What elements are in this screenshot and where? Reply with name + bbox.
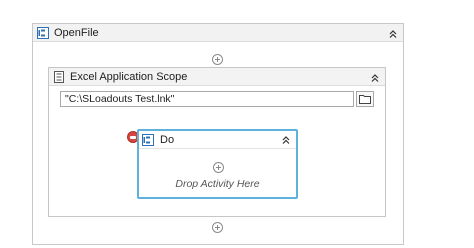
do-title: Do bbox=[160, 133, 175, 146]
folder-icon bbox=[359, 94, 371, 104]
excel-scope-header[interactable]: Excel Application Scope bbox=[49, 68, 385, 86]
sequence-icon bbox=[37, 26, 49, 39]
browse-folder-button[interactable] bbox=[356, 91, 374, 107]
collapse-icon[interactable] bbox=[387, 28, 399, 40]
do-header[interactable]: Do bbox=[139, 131, 296, 149]
excel-document-icon bbox=[54, 70, 64, 83]
add-activity-icon[interactable] bbox=[213, 162, 224, 173]
excel-scope-title: Excel Application Scope bbox=[70, 70, 188, 83]
collapse-icon[interactable] bbox=[369, 72, 381, 84]
openfile-header[interactable]: OpenFile bbox=[33, 24, 403, 42]
add-activity-icon[interactable] bbox=[212, 54, 223, 65]
do-sequence[interactable]: Do Drop Activity Here bbox=[137, 129, 298, 199]
collapse-icon[interactable] bbox=[280, 134, 292, 146]
sequence-icon bbox=[142, 133, 154, 146]
workbook-path-input[interactable] bbox=[60, 91, 354, 107]
openfile-title: OpenFile bbox=[54, 26, 99, 39]
add-activity-icon[interactable] bbox=[212, 222, 223, 233]
drop-activity-hint: Drop Activity Here bbox=[175, 178, 260, 190]
